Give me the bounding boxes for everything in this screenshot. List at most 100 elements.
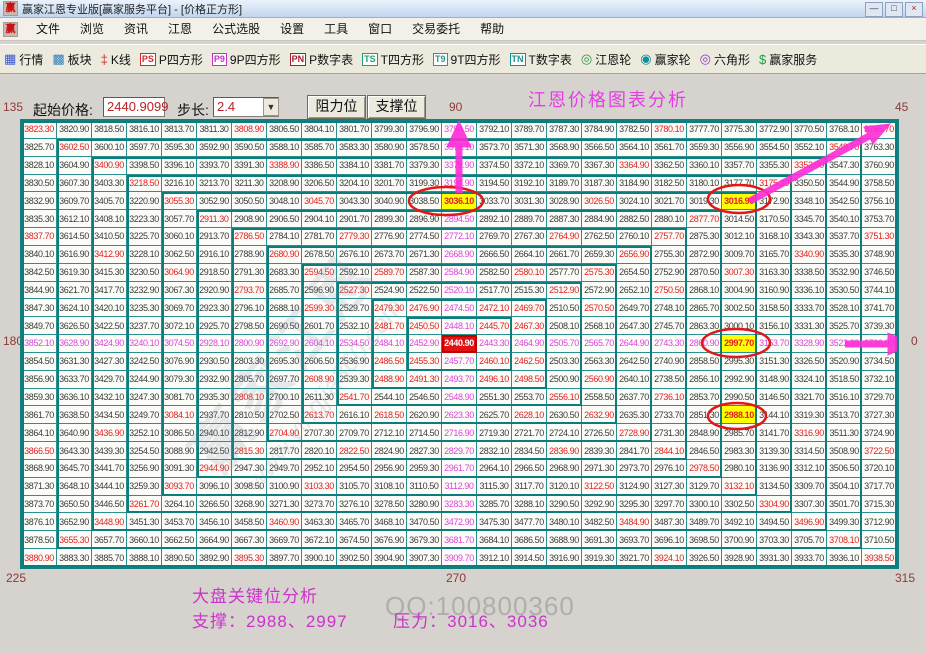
grid-cell: 2448.10 <box>442 317 477 336</box>
toolbar-item-9T四方形[interactable]: T9 9T四方形 <box>433 51 501 68</box>
grid-cell: 2582.50 <box>477 263 512 282</box>
grid-cell: 3040.90 <box>372 192 407 211</box>
grid-cell: 3679.30 <box>407 531 442 550</box>
grid-cell: 3052.90 <box>197 192 232 211</box>
toolbar-item-江恩轮[interactable]: ◎ 江恩轮 <box>581 51 631 68</box>
grid-cell: 3888.10 <box>127 549 162 567</box>
grid-cell: 3297.70 <box>652 495 687 514</box>
grid-cell: 3312.10 <box>792 459 827 478</box>
grid-cell: 3746.50 <box>862 263 897 282</box>
grid-cell: 3184.90 <box>617 174 652 193</box>
grid-cell: 2688.10 <box>267 299 302 318</box>
grid-cell: 2661.70 <box>547 245 582 264</box>
grid-cell: 3122.50 <box>582 477 617 496</box>
grid-cell: 3196.90 <box>442 174 477 193</box>
grid-cell: 2918.50 <box>197 263 232 282</box>
grid-cell: 3436.90 <box>92 424 127 443</box>
grid-cell: 2860.90 <box>687 335 722 353</box>
grid-cell: 3638.50 <box>57 406 92 425</box>
grid-cell: 3566.50 <box>582 138 617 157</box>
grid-cell: 2863.30 <box>687 317 722 336</box>
maximize-button[interactable]: □ <box>885 2 903 17</box>
grid-cell: 3909.70 <box>442 549 477 567</box>
grid-cell: 3192.10 <box>512 174 547 193</box>
grid-cell: 3549.70 <box>827 138 862 157</box>
grid-cell: 2800.90 <box>232 335 267 353</box>
toolbar-item-K线[interactable]: ‡ K线 <box>101 51 131 68</box>
grid-cell: 2820.10 <box>302 442 337 460</box>
close-button[interactable]: × <box>905 2 923 17</box>
toolbar-item-T数字表[interactable]: TN T数字表 <box>509 51 572 68</box>
start-price-input[interactable]: 2440.9099 <box>103 97 168 117</box>
grid-cell: 2563.30 <box>582 352 617 371</box>
grid-cell: 3228.10 <box>127 245 162 264</box>
grid-cell: 2743.30 <box>652 335 687 353</box>
toolbar-item-六角形[interactable]: ◎ 六角形 <box>700 51 750 68</box>
grid-cell: 2510.50 <box>547 299 582 318</box>
toolbar-label: 9T四方形 <box>450 52 501 67</box>
toolbar-item-赢家轮[interactable]: ◉ 赢家轮 <box>640 51 690 68</box>
grid-cell: 3288.10 <box>512 495 547 514</box>
grid-cell: 3004.90 <box>722 281 757 300</box>
toolbar-item-板块[interactable]: ▩ 板块 <box>52 51 91 68</box>
step-dropdown-arrow-icon[interactable]: ▼ <box>263 98 279 116</box>
grid-cell: 3453.70 <box>162 513 197 532</box>
grid-cell: 3861.70 <box>22 406 57 425</box>
grid-cell: 3093.70 <box>162 477 197 496</box>
menu-item-江恩[interactable]: 江恩 <box>158 22 202 36</box>
grid-cell: 3300.10 <box>687 495 722 514</box>
grid-cell: 3902.50 <box>337 549 372 567</box>
menu-item-窗口[interactable]: 窗口 <box>358 22 402 36</box>
start-price-label: 起始价格: <box>33 102 93 118</box>
grid-cell: 3031.30 <box>512 192 547 211</box>
grid-cell: 2908.90 <box>232 210 267 229</box>
grid-cell: 2524.90 <box>372 281 407 300</box>
toolbar-item-行情[interactable]: ▦ 行情 <box>4 51 43 68</box>
grid-cell: 2721.70 <box>512 424 547 443</box>
grid-cell: 3084.10 <box>162 406 197 425</box>
menu-item-设置[interactable]: 设置 <box>270 22 314 36</box>
grid-cell: 3907.30 <box>407 549 442 567</box>
menu-item-帮助[interactable]: 帮助 <box>470 22 514 36</box>
grid-cell: 3775.30 <box>722 121 757 139</box>
grid-cell: 3134.50 <box>757 477 792 496</box>
grid-cell: 3784.90 <box>582 121 617 139</box>
toolbar-item-赢家服务[interactable]: $ 赢家服务 <box>759 51 817 68</box>
grid-cell: 2901.70 <box>337 210 372 229</box>
menu-item-工具[interactable]: 工具 <box>314 22 358 36</box>
grid-cell: 2839.30 <box>582 442 617 460</box>
grid-cell: 2719.30 <box>477 424 512 443</box>
toolbar-item-P数字表[interactable]: PN P数字表 <box>289 51 353 68</box>
grid-cell: 2452.90 <box>407 335 442 353</box>
grid-cell: 2836.90 <box>547 442 582 460</box>
grid-cells: 3823.30 3820.90 3818.50 3816.10 3813.70 3811.… <box>22 121 897 567</box>
grid-cell: 3048.10 <box>267 192 302 211</box>
toolbar-item-T四方形[interactable]: TS T四方形 <box>362 51 424 68</box>
grid-cell: 3597.70 <box>127 138 162 157</box>
grid-cell: 3830.50 <box>22 174 57 193</box>
toolbar-item-P四方形[interactable]: PS P四方形 <box>139 51 203 68</box>
grid-cell: 3441.70 <box>92 459 127 478</box>
menu-item-文件[interactable]: 文件 <box>26 22 70 36</box>
grid-cell: 3292.90 <box>582 495 617 514</box>
grid-cell: 3026.50 <box>582 192 617 211</box>
toolbar-item-9P四方形[interactable]: P9 9P四方形 <box>211 51 281 68</box>
support-button[interactable]: 支撑位 <box>367 95 426 119</box>
resistance-button[interactable]: 阻力位 <box>307 95 366 119</box>
grid-cell: 3163.30 <box>757 263 792 282</box>
menu-item-浏览[interactable]: 浏览 <box>70 22 114 36</box>
menu-item-公式选股[interactable]: 公式选股 <box>202 22 270 36</box>
minimize-button[interactable]: — <box>865 2 883 17</box>
grid-cell: 2930.50 <box>197 352 232 371</box>
grid-cell: 3172.90 <box>757 192 792 211</box>
grid-cell: 3873.70 <box>22 495 57 514</box>
menu-item-资讯[interactable]: 资讯 <box>114 22 158 36</box>
footer-analysis-title: 大盘关键位分析 <box>192 587 318 606</box>
grid-cell: 2997.70 <box>722 335 757 353</box>
grid-cell: 3808.90 <box>232 121 267 139</box>
menu-item-交易委托[interactable]: 交易委托 <box>402 22 470 36</box>
grid-cell: 3000.10 <box>722 317 757 336</box>
grid-cell: 2692.90 <box>267 335 302 353</box>
grid-cell: 3544.90 <box>827 174 862 193</box>
grid-cell: 3504.10 <box>827 477 862 496</box>
